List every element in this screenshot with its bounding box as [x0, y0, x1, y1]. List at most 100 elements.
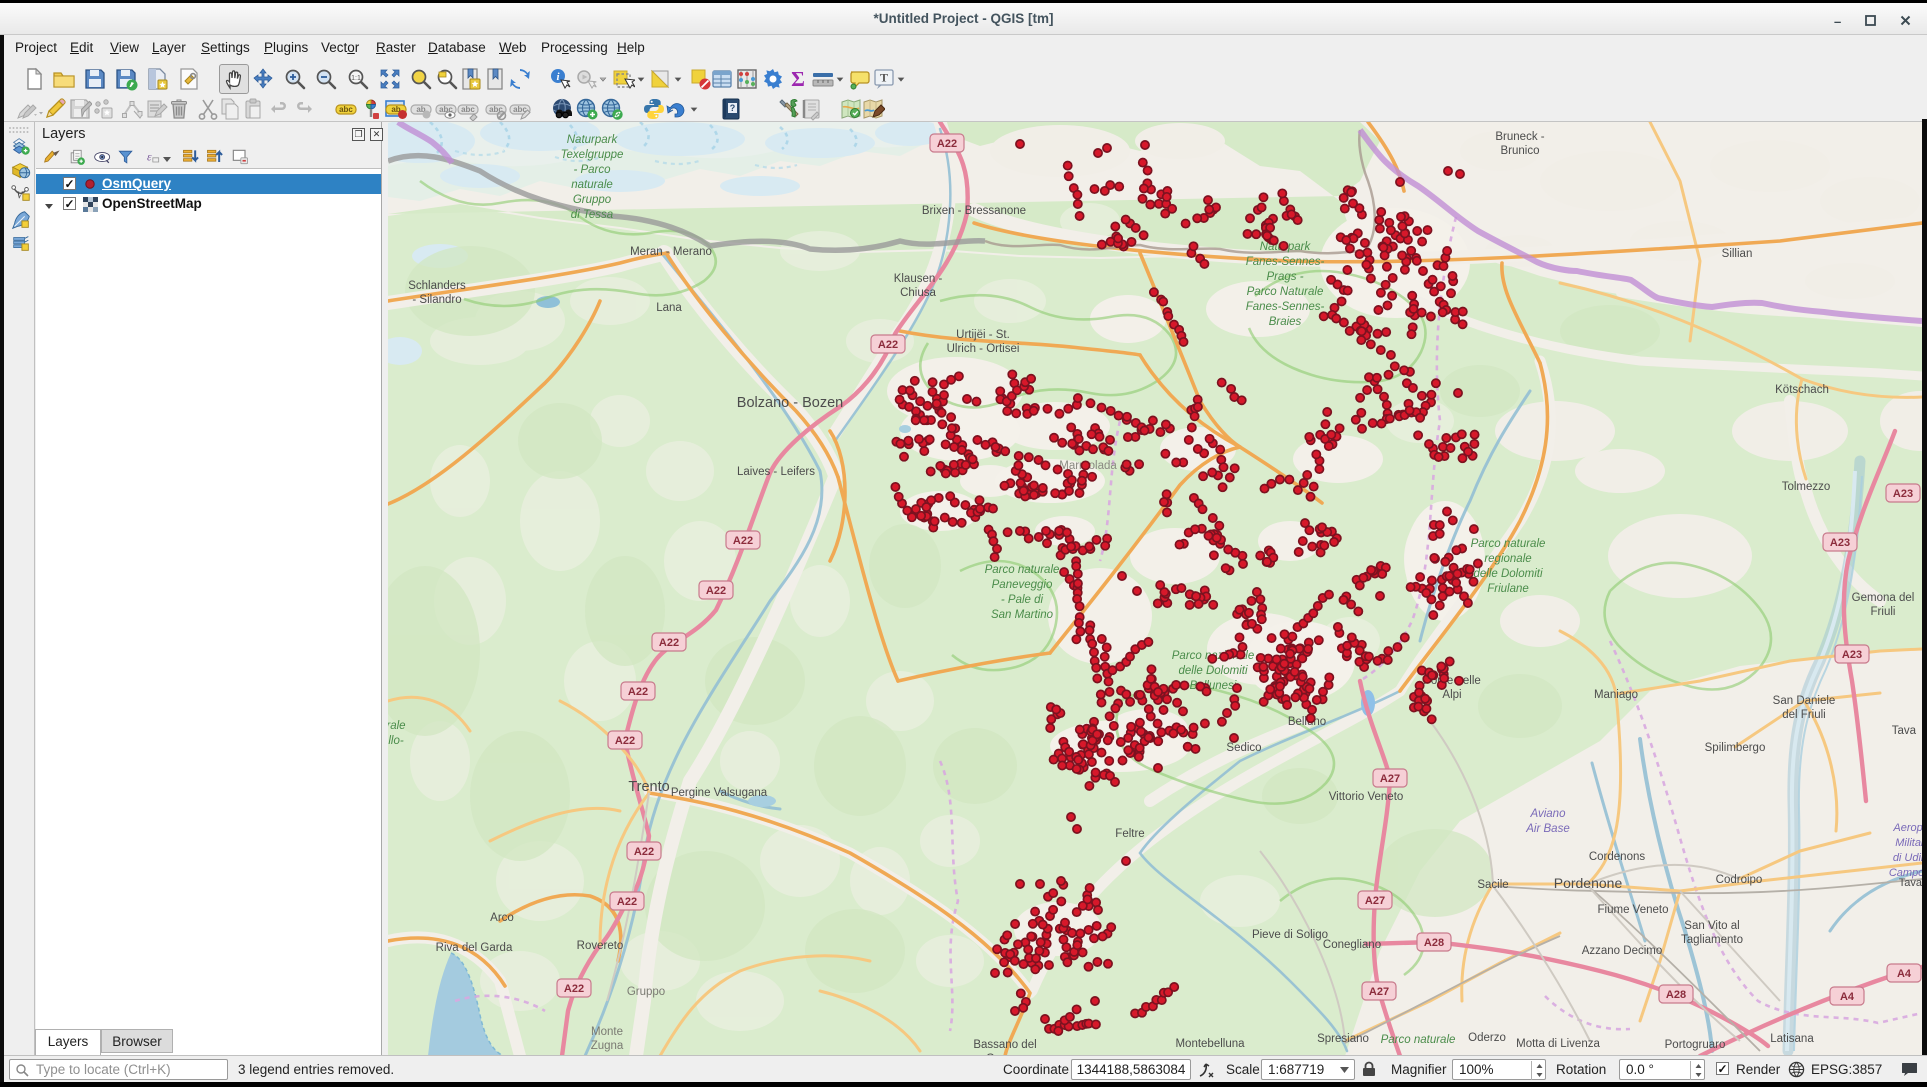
svg-text:Naturpark: Naturpark	[567, 134, 619, 146]
svg-text:Lana: Lana	[656, 302, 682, 314]
svg-text:A27: A27	[1365, 895, 1385, 907]
svg-text:- Silandro: - Silandro	[412, 294, 461, 306]
svg-text:Friulane: Friulane	[1487, 583, 1529, 595]
svg-text:A22: A22	[617, 896, 637, 908]
svg-text:Azzano Decimo: Azzano Decimo	[1582, 945, 1663, 957]
svg-text:Pergine Valsugana: Pergine Valsugana	[671, 787, 768, 799]
svg-text:A27: A27	[1380, 773, 1400, 785]
svg-text:naturale: naturale	[571, 179, 613, 191]
svg-text:Prags -: Prags -	[1266, 271, 1303, 283]
svg-text:Klausen -: Klausen -	[894, 273, 943, 285]
svg-text:Parco naturale: Parco naturale	[1471, 538, 1546, 550]
svg-text:Schlanders: Schlanders	[408, 280, 466, 292]
svg-text:Aeropor: Aeropor	[1892, 822, 1922, 834]
svg-text:Trento: Trento	[628, 779, 669, 795]
svg-text:Urtijëi - St.: Urtijëi - St.	[956, 329, 1010, 341]
svg-text:Brixen - Bressanone: Brixen - Bressanone	[922, 205, 1026, 217]
svg-text:Ulrich - Ortisei: Ulrich - Ortisei	[947, 343, 1020, 355]
svg-text:A22: A22	[733, 535, 753, 547]
svg-text:abc: abc	[461, 105, 475, 114]
svg-text:Kötschach: Kötschach	[1775, 384, 1829, 396]
svg-text:Tagliamento: Tagliamento	[1681, 934, 1743, 946]
svg-text:Motta di Livenza: Motta di Livenza	[1516, 1038, 1600, 1050]
svg-text:Militare: Militare	[1895, 837, 1922, 849]
svg-text:Sillian: Sillian	[1722, 248, 1753, 260]
svg-text:rale: rale	[388, 720, 406, 732]
svg-text:Parco Naturale: Parco Naturale	[1247, 286, 1324, 298]
svg-text:delle Dolomiti: delle Dolomiti	[1178, 665, 1247, 677]
svg-text:Spresiano: Spresiano	[1317, 1033, 1369, 1045]
svg-text:Gruppo: Gruppo	[573, 194, 612, 206]
svg-text:Bruneck -: Bruneck -	[1495, 131, 1544, 143]
svg-text:Tava: Tava	[1892, 725, 1917, 737]
svg-text:A4: A4	[1840, 991, 1855, 1003]
svg-text:A22: A22	[659, 637, 679, 649]
svg-text:Gemona del: Gemona del	[1852, 592, 1915, 604]
svg-text:Laives - Leifers: Laives - Leifers	[737, 466, 815, 478]
svg-text:A28: A28	[1424, 937, 1444, 949]
svg-text:?: ?	[730, 103, 736, 113]
svg-text:Bolzano - Bozen: Bolzano - Bozen	[737, 395, 843, 411]
svg-text:Bassano del: Bassano del	[973, 1039, 1036, 1051]
svg-text:Feltre: Feltre	[1115, 828, 1144, 840]
svg-text:Air Base: Air Base	[1525, 823, 1569, 835]
svg-text:di Udine: di Udine	[1893, 852, 1922, 864]
svg-text:abc: abc	[339, 105, 353, 114]
svg-text:Pieve di Soligo: Pieve di Soligo	[1252, 929, 1328, 941]
svg-text:Braies: Braies	[1269, 316, 1302, 328]
svg-text:San Martino: San Martino	[991, 609, 1054, 621]
svg-text:Zugna: Zugna	[591, 1040, 624, 1052]
svg-text:Paneveggio: Paneveggio	[992, 579, 1053, 591]
svg-text:Codroipo: Codroipo	[1716, 874, 1763, 886]
svg-text:A23: A23	[1842, 649, 1862, 661]
svg-text:Riva del Garda: Riva del Garda	[436, 942, 513, 954]
svg-text:Alpi: Alpi	[1442, 689, 1461, 701]
svg-text:A22: A22	[634, 846, 654, 858]
svg-text:A4: A4	[1897, 968, 1912, 980]
svg-text:Fanes-Sennes-: Fanes-Sennes-	[1246, 256, 1325, 268]
svg-text:Cordenons: Cordenons	[1589, 851, 1646, 863]
svg-text:Sacile: Sacile	[1477, 879, 1508, 891]
svg-text:Parco naturale: Parco naturale	[1381, 1034, 1456, 1046]
svg-text:Texelgruppe: Texelgruppe	[561, 149, 624, 161]
svg-text:A28: A28	[1666, 989, 1686, 1001]
svg-text:ε: ε	[147, 150, 152, 163]
svg-text:Vittorio Veneto: Vittorio Veneto	[1329, 791, 1404, 803]
svg-text:A22: A22	[615, 735, 635, 747]
svg-text:Aviano: Aviano	[1530, 808, 1567, 820]
svg-text:- Parco: - Parco	[573, 164, 611, 176]
svg-text:Arco: Arco	[490, 912, 514, 924]
svg-text:Tava: Tava	[1899, 877, 1922, 889]
svg-text:Fiume Veneto: Fiume Veneto	[1598, 904, 1669, 916]
svg-text:A22: A22	[937, 138, 957, 150]
svg-text:regionale: regionale	[1484, 553, 1531, 565]
svg-text:San Daniele: San Daniele	[1773, 695, 1836, 707]
svg-text:Fanes-Sennes-: Fanes-Sennes-	[1246, 301, 1325, 313]
svg-text:A22: A22	[706, 585, 726, 597]
svg-text:A23: A23	[1830, 537, 1850, 549]
svg-text:- Pale di: - Pale di	[1001, 594, 1044, 606]
svg-text:Latisana: Latisana	[1770, 1033, 1814, 1045]
svg-text:A22: A22	[628, 686, 648, 698]
svg-text:Chiusa: Chiusa	[900, 287, 936, 299]
svg-text:A27: A27	[1369, 986, 1389, 998]
svg-text:A22: A22	[564, 983, 584, 995]
svg-text:del Friuli: del Friuli	[1782, 709, 1825, 721]
svg-text:Portogruaro: Portogruaro	[1665, 1039, 1726, 1051]
svg-text:Meran - Merano: Meran - Merano	[630, 246, 712, 258]
svg-text:Rovereto: Rovereto	[577, 940, 624, 952]
svg-text:Brunico: Brunico	[1501, 145, 1540, 157]
svg-text:Parco naturale: Parco naturale	[985, 564, 1060, 576]
svg-text:Friuli: Friuli	[1871, 606, 1896, 618]
svg-text:di Tessa: di Tessa	[571, 209, 613, 221]
svg-text:Sedico: Sedico	[1226, 742, 1261, 754]
svg-text:Montebelluna: Montebelluna	[1175, 1038, 1245, 1050]
svg-text:A23: A23	[1893, 488, 1913, 500]
svg-text:abc: abc	[489, 105, 503, 114]
svg-text:Monte: Monte	[591, 1026, 623, 1038]
svg-text:1:1: 1:1	[351, 75, 361, 82]
svg-text:Oderzo: Oderzo	[1468, 1032, 1506, 1044]
svg-text:San Vito al: San Vito al	[1684, 920, 1739, 932]
svg-text:A22: A22	[878, 339, 898, 351]
svg-text:Spilimbergo: Spilimbergo	[1705, 742, 1766, 754]
